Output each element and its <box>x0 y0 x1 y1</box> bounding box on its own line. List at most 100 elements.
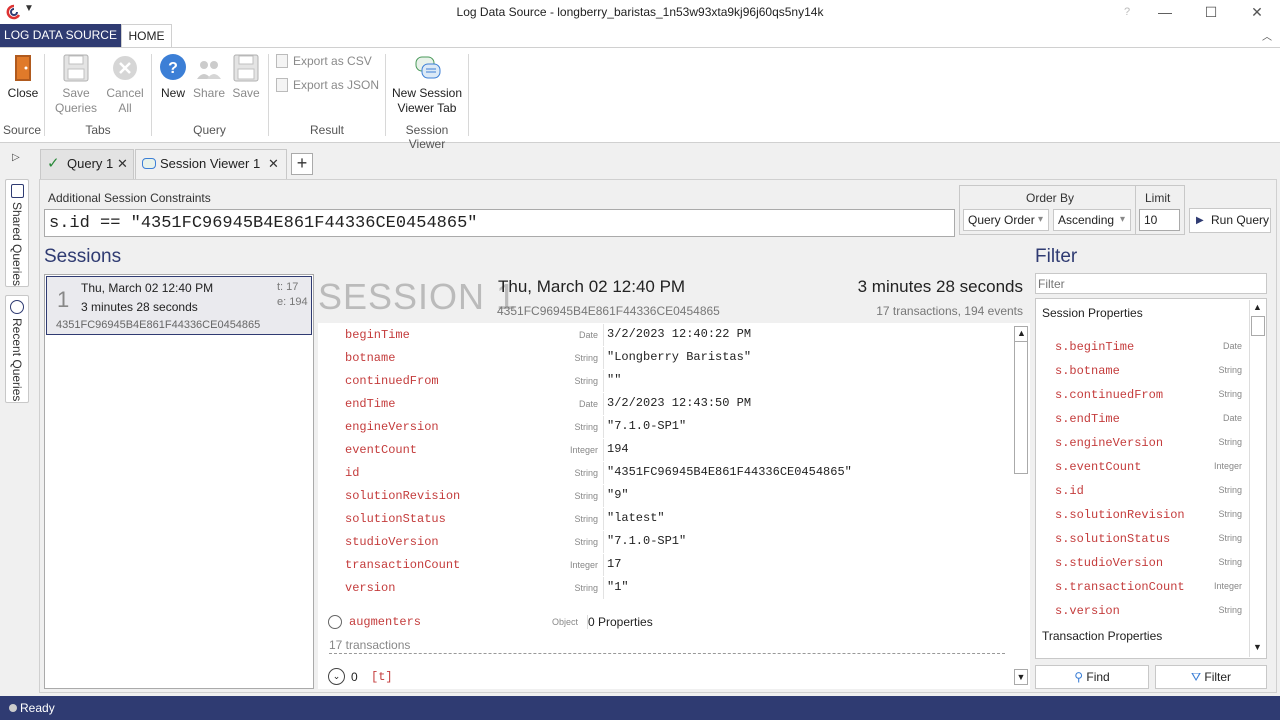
tab-session-viewer-1[interactable]: Session Viewer 1 ✕ <box>135 149 287 180</box>
scroll-thumb[interactable] <box>1015 341 1027 473</box>
property-name[interactable]: engineVersion <box>345 420 439 434</box>
filter-property-name[interactable]: s.beginTime <box>1055 340 1134 354</box>
property-name[interactable]: continuedFrom <box>345 374 439 388</box>
close-tab-icon[interactable]: ✕ <box>117 150 128 178</box>
filter-property-name[interactable]: s.studioVersion <box>1055 556 1163 570</box>
property-divider <box>603 393 604 415</box>
property-name[interactable]: endTime <box>345 397 395 411</box>
transaction-index: 0 <box>351 670 358 684</box>
property-name[interactable]: studioVersion <box>345 535 439 549</box>
limit-input[interactable] <box>1139 209 1180 231</box>
properties-scrollbar[interactable]: ▲ <box>1014 326 1028 474</box>
property-value: "4351FC96945B4E861F44336CE0454865" <box>607 465 852 479</box>
filter-property-type: String <box>1218 557 1242 567</box>
users-icon <box>195 53 223 83</box>
find-label: Find <box>1086 670 1110 684</box>
session-list-item[interactable]: 1 Thu, March 02 12:40 PM 3 minutes 28 se… <box>46 276 312 335</box>
session-duration: 3 minutes 28 seconds <box>81 300 198 314</box>
shared-queries-tab[interactable]: Shared Queries <box>5 179 29 287</box>
share-button[interactable]: Share <box>192 53 226 101</box>
scroll-down-icon[interactable]: ▼ <box>1014 669 1028 685</box>
shared-queries-icon <box>11 184 24 198</box>
property-name[interactable]: solutionRevision <box>345 489 460 503</box>
filter-input[interactable] <box>1035 273 1267 294</box>
filter-property-name[interactable]: s.engineVersion <box>1055 436 1163 450</box>
session-index: 1 <box>57 287 70 312</box>
cancel-circle-icon <box>111 53 139 83</box>
property-name[interactable]: transactionCount <box>345 558 460 572</box>
order-direction-select[interactable]: Ascending <box>1053 209 1131 231</box>
scroll-thumb[interactable] <box>1251 316 1265 336</box>
scroll-down-icon[interactable]: ▼ <box>1253 642 1262 652</box>
constraints-input[interactable] <box>44 209 955 237</box>
session-viewer-icon <box>142 158 156 169</box>
limit-label: Limit <box>1145 191 1171 205</box>
minimize-button[interactable]: — <box>1142 0 1188 24</box>
export-json-button[interactable]: Export as JSON <box>276 77 380 93</box>
filter-property-type: Integer <box>1213 461 1242 471</box>
filter-property-name[interactable]: s.transactionCount <box>1055 580 1185 594</box>
recent-queries-tab[interactable]: Recent Queries <box>5 295 29 403</box>
scroll-up-icon[interactable]: ▲ <box>1253 302 1262 312</box>
scroll-up-icon[interactable]: ▲ <box>1017 328 1026 338</box>
tab-query-1[interactable]: ✓ Query 1 ✕ <box>40 149 134 179</box>
constraints-label: Additional Session Constraints <box>48 191 211 205</box>
property-name[interactable]: id <box>345 466 359 480</box>
property-name[interactable]: beginTime <box>345 328 410 342</box>
filter-property-name[interactable]: s.solutionRevision <box>1055 508 1185 522</box>
cancel-all-button[interactable]: Cancel All <box>104 53 146 116</box>
filter-property-name[interactable]: s.continuedFrom <box>1055 388 1163 402</box>
transaction-properties-header: Transaction Properties <box>1042 629 1163 643</box>
augmenters-value: 0 Properties <box>587 615 653 629</box>
save-queries-button[interactable]: Save Queries <box>52 53 100 116</box>
add-tab-button[interactable]: + <box>291 153 313 175</box>
svg-text:?: ? <box>168 60 178 77</box>
transaction-expand-icon[interactable]: ⌄ <box>328 668 345 685</box>
maximize-button[interactable]: ☐ <box>1188 0 1234 24</box>
group-label-result: Result <box>309 123 344 137</box>
collapse-ribbon-icon[interactable]: ︿ <box>1262 28 1272 43</box>
group-label-session-viewer: Session Viewer <box>405 123 449 151</box>
property-name[interactable]: botname <box>345 351 395 365</box>
filter-property-name[interactable]: s.solutionStatus <box>1055 532 1170 546</box>
filter-property-name[interactable]: s.endTime <box>1055 412 1120 426</box>
tab-home[interactable]: HOME <box>121 24 172 48</box>
filter-scrollbar[interactable]: ▲ ▼ <box>1249 300 1265 657</box>
run-query-button[interactable]: ▶ Run Query <box>1189 208 1271 233</box>
filter-property-name[interactable]: s.version <box>1055 604 1120 618</box>
group-label-tabs: Tabs <box>85 123 111 137</box>
session-header-id: 4351FC96945B4E861F44336CE0454865 <box>497 304 720 318</box>
close-window-button[interactable]: ✕ <box>1234 0 1280 24</box>
filter-button[interactable]: ⛛ Filter <box>1155 665 1267 689</box>
export-csv-button[interactable]: Export as CSV <box>276 53 380 69</box>
close-source-button[interactable]: Close <box>4 53 42 101</box>
property-name[interactable]: solutionStatus <box>345 512 446 526</box>
find-button[interactable]: ⚲ Find <box>1035 665 1149 689</box>
property-type: Integer <box>569 560 598 570</box>
property-type: Date <box>578 399 598 409</box>
new-session-viewer-tab-button[interactable]: New Session Viewer Tab <box>390 53 464 116</box>
filter-property-type: String <box>1218 533 1242 543</box>
property-name[interactable]: version <box>345 581 395 595</box>
property-name[interactable]: eventCount <box>345 443 417 457</box>
cancel-all-label-2: All <box>118 101 132 115</box>
tab-log-data-source[interactable]: LOG DATA SOURCE <box>0 24 121 48</box>
session-header-counts: 17 transactions, 194 events <box>876 304 1023 318</box>
expand-panel-icon[interactable]: ▷ <box>12 152 20 163</box>
filter-property-name[interactable]: s.eventCount <box>1055 460 1141 474</box>
property-divider <box>603 531 604 553</box>
close-tab-icon[interactable]: ✕ <box>268 150 279 178</box>
filter-property-name[interactable]: s.botname <box>1055 364 1120 378</box>
play-icon: ▶ <box>1196 215 1204 226</box>
property-type: String <box>574 422 598 432</box>
side-panel: ▷ Shared Queries Recent Queries <box>0 143 34 695</box>
property-divider <box>603 439 604 461</box>
session-date: Thu, March 02 12:40 PM <box>81 281 214 295</box>
new-query-button[interactable]: ? New <box>156 53 190 101</box>
filter-property-name[interactable]: s.id <box>1055 484 1084 498</box>
save-button[interactable]: Save <box>229 53 263 101</box>
order-field-select[interactable]: Query Order <box>963 209 1049 231</box>
group-label-source: Source <box>2 123 42 137</box>
augmenters-type: Object <box>551 617 578 627</box>
property-divider <box>603 347 604 369</box>
